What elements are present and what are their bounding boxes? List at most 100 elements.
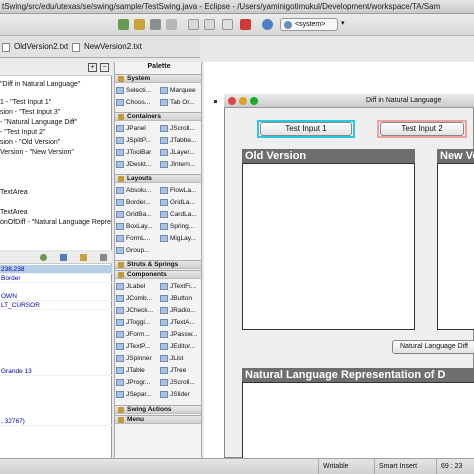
tree-item[interactable]: onOfDiff - "Natural Language Repre	[0, 218, 111, 228]
new-version-textarea[interactable]	[437, 163, 474, 330]
palette-item[interactable]: JTextP...	[115, 341, 159, 352]
palette-item[interactable]: JTree	[159, 365, 201, 376]
old-version-textarea[interactable]	[242, 163, 415, 330]
palette-item[interactable]: FormL...	[115, 233, 159, 244]
tree-item[interactable]: TextArea	[0, 188, 28, 198]
palette-section-components[interactable]: Components	[115, 270, 201, 279]
test-input-1-button[interactable]: Test Input 1	[260, 122, 352, 136]
palette-section-menu[interactable]: Menu	[115, 415, 201, 424]
palette-item[interactable]: JScroll...	[159, 377, 201, 388]
palette-item[interactable]: JCheck...	[115, 305, 159, 316]
palette-item[interactable]: JProgr...	[115, 377, 159, 388]
palette-item[interactable]: JPanel	[115, 123, 159, 134]
palette-item-marquee[interactable]: Marquee	[159, 85, 201, 96]
zoom-icon[interactable]	[250, 97, 258, 105]
property-row[interactable]: LT_CURSOR	[0, 301, 112, 310]
debug-icon[interactable]	[134, 19, 145, 30]
paste-icon[interactable]	[222, 19, 233, 30]
palette-item[interactable]: JSplitP...	[115, 135, 159, 146]
palette-item[interactable]: JLabel	[115, 281, 159, 292]
palette-item[interactable]: JPassw...	[159, 329, 201, 340]
palette-item[interactable]: GridBa...	[115, 209, 159, 220]
palette-item[interactable]: JTextFi...	[159, 281, 201, 292]
tree-item[interactable]: sion - "Test Input 3"	[0, 108, 60, 118]
folder-icon	[118, 76, 124, 82]
palette-item[interactable]: JComb...	[115, 293, 159, 304]
palette-item-tab-order[interactable]: Tab Or...	[159, 97, 201, 108]
delete-icon[interactable]	[240, 19, 251, 30]
palette-item[interactable]: JForm...	[115, 329, 159, 340]
palette-item[interactable]: JToggl...	[115, 317, 159, 328]
palette-section-struts-springs[interactable]: Struts & Springs	[115, 260, 201, 269]
window-title-bar: tSwing/src/edu/utexas/se/swing/sample/Te…	[0, 0, 474, 14]
tree-item[interactable]: Version - "New Version"	[0, 148, 74, 158]
tab-old-version2[interactable]: OldVersion2.txt	[0, 40, 68, 54]
palette-item[interactable]: Border...	[115, 197, 159, 208]
redo-icon[interactable]	[166, 19, 177, 30]
palette-item[interactable]: Spring...	[159, 221, 201, 232]
selection-handle[interactable]	[214, 100, 217, 103]
tree-item[interactable]: "Diff in Natural Language"	[0, 80, 80, 90]
palette-item[interactable]: Group...	[115, 245, 159, 256]
palette-section-system[interactable]: System	[115, 74, 201, 83]
palette-section-swing-actions[interactable]: Swing Actions	[115, 405, 201, 414]
palette-item[interactable]: JTable	[115, 365, 159, 376]
palette-item[interactable]: JTextA...	[159, 317, 201, 328]
palette-item[interactable]: JRadio...	[159, 305, 201, 316]
palette-item[interactable]: JScroll...	[159, 123, 201, 134]
tree-item[interactable]: TextArea	[0, 208, 28, 218]
tree-item[interactable]: sion - "Old Version"	[0, 138, 60, 148]
copy-icon[interactable]	[204, 19, 215, 30]
palette-item[interactable]: FlowLa...	[159, 185, 201, 196]
palette-item[interactable]: JTabbe...	[159, 135, 201, 146]
palette-item[interactable]: JToolBar	[115, 147, 159, 158]
minimize-icon[interactable]	[239, 97, 247, 105]
property-row[interactable]: , 32767)	[0, 417, 112, 426]
button-icon	[160, 295, 168, 302]
palette-item[interactable]: BoxLay...	[115, 221, 159, 232]
preview-icon[interactable]	[262, 19, 273, 30]
palette-section-containers[interactable]: Containers	[115, 112, 201, 121]
tree-item[interactable]: - "Test Input 2"	[0, 128, 45, 138]
tree-item[interactable]: - "Natural Language Diff"	[0, 118, 77, 128]
cut-icon[interactable]	[188, 19, 199, 30]
palette-item[interactable]: JSlider	[159, 389, 201, 400]
palette-item[interactable]: JList	[159, 353, 201, 364]
expand-all-icon[interactable]: +	[88, 63, 97, 72]
arrow-icon	[116, 87, 124, 94]
system-look-and-feel-combo[interactable]: <system>	[280, 18, 338, 31]
palette-item[interactable]: JEditor...	[159, 341, 201, 352]
palette-item-chooser[interactable]: Choos...	[115, 97, 159, 108]
show-events-icon[interactable]	[40, 254, 47, 261]
test-input-2-button[interactable]: Test Input 2	[380, 122, 464, 136]
undo-icon[interactable]	[150, 19, 161, 30]
palette-item[interactable]: JIntern...	[159, 159, 201, 170]
textpane-icon	[116, 343, 124, 350]
palette-item-selection[interactable]: Selecti...	[115, 85, 159, 96]
palette-item[interactable]: MigLay...	[159, 233, 201, 244]
tree-item[interactable]: 1 - "Test Input 1"	[0, 98, 51, 108]
property-row[interactable]: Border	[0, 274, 112, 283]
palette-item[interactable]: JSepar...	[115, 389, 159, 400]
palette-item[interactable]: JButton	[159, 293, 201, 304]
property-row[interactable]: 238,238	[0, 265, 112, 274]
palette-item[interactable]: JLayer...	[159, 147, 201, 158]
palette-item[interactable]: Absolu...	[115, 185, 159, 196]
tab-new-version2[interactable]: NewVersion2.txt	[70, 40, 142, 54]
chevron-down-icon[interactable]: ▾	[341, 19, 345, 27]
palette-item[interactable]: CardLa...	[159, 209, 201, 220]
natural-language-diff-button[interactable]: Natural Language Diff	[392, 340, 474, 354]
natural-language-textarea[interactable]	[242, 382, 474, 460]
property-row[interactable]: Grande 13	[0, 367, 112, 376]
run-icon[interactable]	[118, 19, 129, 30]
collapse-all-icon[interactable]: −	[100, 63, 109, 72]
show-advanced-icon[interactable]	[60, 254, 67, 261]
palette-item[interactable]: JSpinner	[115, 353, 159, 364]
goto-definition-icon[interactable]	[80, 254, 87, 261]
palette-section-layouts[interactable]: Layouts	[115, 174, 201, 183]
property-row[interactable]: OWN	[0, 292, 112, 301]
palette-item[interactable]: GridLa...	[159, 197, 201, 208]
default-value-icon[interactable]	[100, 254, 107, 261]
close-icon[interactable]	[228, 97, 236, 105]
palette-item[interactable]: JDeskt...	[115, 159, 159, 170]
